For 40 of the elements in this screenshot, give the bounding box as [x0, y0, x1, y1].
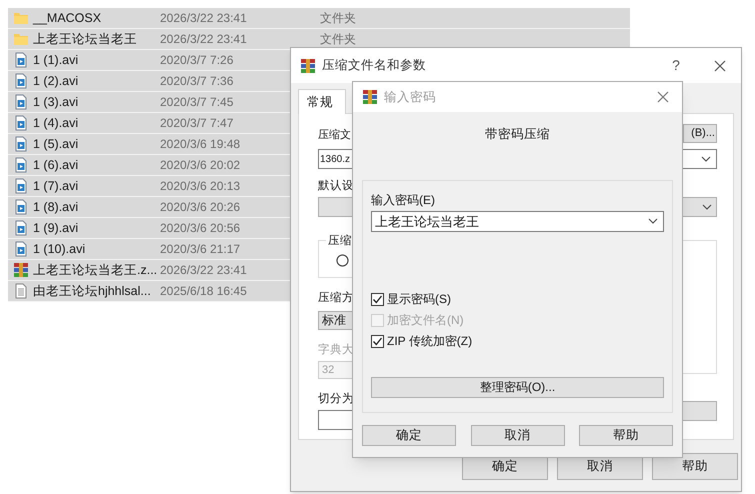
- file-name: 1 (2).avi: [33, 72, 80, 90]
- file-name: 1 (5).avi: [33, 136, 80, 153]
- file-name: 上老王论坛当老王: [33, 30, 138, 48]
- dialog-heading: 带密码压缩: [485, 126, 550, 143]
- file-date: 2020/3/6 21:17: [160, 241, 240, 258]
- file-type: 文件夹: [320, 10, 356, 27]
- checkbox-label: 加密文件名(N): [387, 312, 464, 330]
- window-title: 输入密码: [384, 88, 437, 106]
- file-date: 2020/3/7 7:45: [160, 94, 234, 111]
- file-name: 1 (8).avi: [33, 198, 80, 216]
- file-date: 2020/3/7 7:36: [160, 73, 234, 90]
- file-name: 1 (1).avi: [33, 52, 80, 69]
- checkbox-label: ZIP 传统加密(Z): [387, 333, 472, 350]
- file-date: 2020/3/6 20:13: [160, 178, 240, 195]
- file-date: 2025/6/18 16:45: [160, 283, 247, 300]
- file-type: 文件夹: [320, 31, 356, 48]
- field-label: 输入密码(E): [371, 192, 435, 209]
- file-date: 2020/3/7 7:26: [160, 52, 234, 69]
- file-date: 2020/3/6 19:48: [160, 136, 240, 153]
- window-title: 压缩文件名和参数: [322, 57, 427, 74]
- checkbox-label: 显示密码(S): [387, 291, 451, 308]
- file-date: 2026/3/22 23:41: [160, 262, 247, 279]
- file-date: 2020/3/7 7:47: [160, 115, 234, 132]
- file-date: 2020/3/6 20:02: [160, 157, 240, 174]
- file-name: 1 (7).avi: [33, 178, 80, 195]
- file-name: 1 (6).avi: [33, 156, 80, 174]
- file-name: 1 (4).avi: [33, 114, 80, 132]
- file-date: 2026/3/22 23:41: [160, 31, 247, 48]
- file-name: __MACOSX: [33, 10, 102, 27]
- file-name: 1 (3).avi: [33, 94, 80, 111]
- field-label: 默认设: [318, 178, 353, 194]
- file-date: 2020/3/6 20:56: [160, 220, 240, 237]
- file-name: 1 (9).avi: [33, 220, 80, 237]
- file-name: 1 (10).avi: [33, 240, 86, 258]
- file-date: 2020/3/6 20:26: [160, 199, 240, 216]
- file-name: 上老王论坛当老王.z...: [33, 262, 158, 279]
- field-label: 压缩方: [318, 290, 353, 306]
- file-date: 2026/3/22 23:41: [160, 10, 247, 27]
- file-name: 由老王论坛hjhhlsal...: [33, 282, 152, 300]
- field-label: 压缩文: [318, 128, 351, 142]
